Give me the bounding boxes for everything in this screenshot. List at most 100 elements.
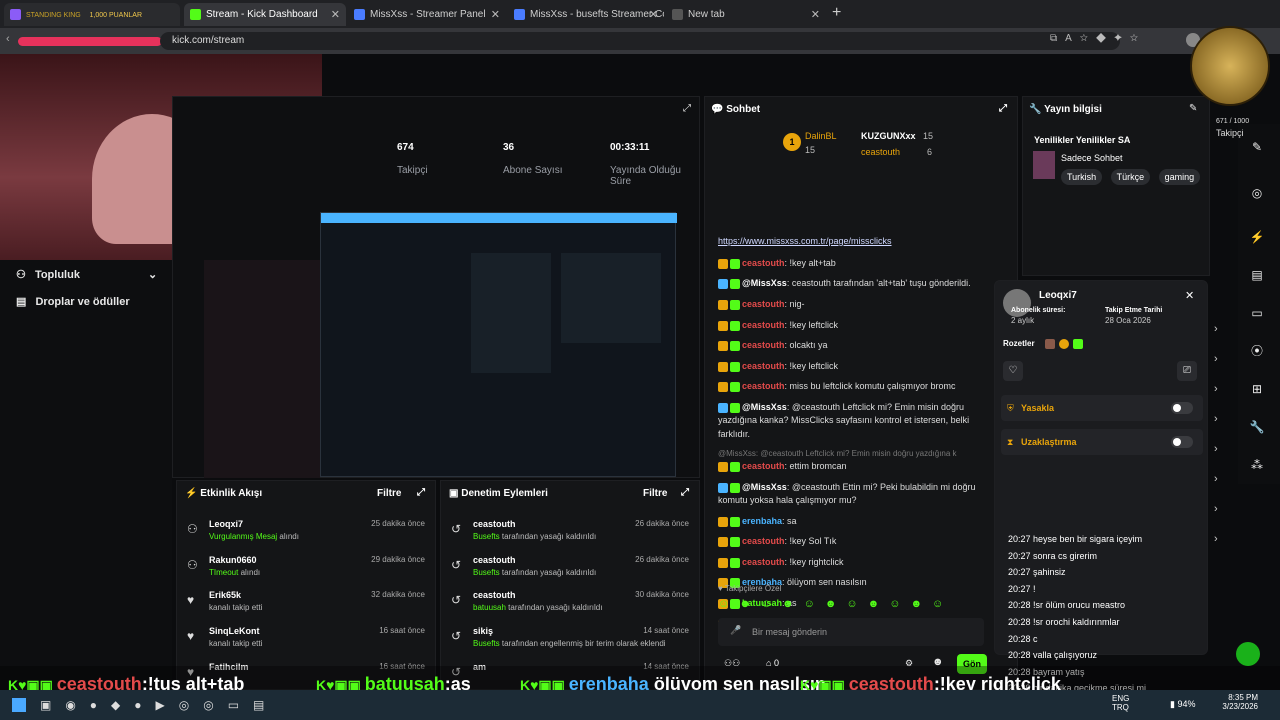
back-icon[interactable]: ‹	[6, 33, 10, 45]
tab-kick-dashboard[interactable]: Stream - Kick Dashboard ✕	[184, 3, 346, 26]
edit-icon[interactable]: ✎	[1189, 103, 1197, 114]
pencil-icon[interactable]: ✎	[1246, 136, 1268, 158]
chat-message[interactable]: ceastouth: ettim bromcan	[718, 461, 986, 472]
wrench-icon[interactable]: 🔧	[1246, 416, 1268, 438]
chat-title: 💬 Sohbet	[711, 104, 761, 115]
chat-message[interactable]: komutu yoksa hala çalışmıyor mu?	[718, 495, 986, 505]
chat-message[interactable]: @MissXss: @ceastouth Leftclick mi? Emin …	[718, 402, 986, 413]
activity-row[interactable]: ♥ SinqLeKont kanalı takip etti 16 saat ö…	[187, 626, 425, 660]
expand-icon[interactable]: ⤢	[683, 103, 691, 114]
expand-icon[interactable]: ⤢	[681, 487, 689, 498]
close-icon[interactable]: ✕	[811, 8, 820, 21]
chat-username[interactable]: ceastouth	[742, 536, 785, 546]
layout-icon[interactable]: ⊞	[1246, 378, 1268, 400]
chat-username[interactable]: ceastouth	[742, 557, 785, 567]
undo-icon: ↺	[451, 522, 462, 536]
unmod-icon[interactable]: ⎚	[1177, 361, 1197, 381]
chat-text: yazdığına kanka? MissClicks sayfasını ko…	[718, 415, 970, 425]
chat-message[interactable]: ceastouth: !key Sol Tık	[718, 536, 986, 547]
chat-message[interactable]: @MissXss: @ceastouth Leftclick mi? Emin …	[718, 449, 986, 458]
chevron-right-icons[interactable]: › › › › › › › ›	[1214, 314, 1218, 554]
toolbar-icons[interactable]: ⧉A☆◆✦☆	[1050, 33, 1146, 44]
chat-message[interactable]: ceastouth: !key leftclick	[718, 320, 986, 331]
activity-filter-button[interactable]: Filtre	[377, 488, 401, 499]
language-indicator[interactable]: ENG TRQ	[1112, 694, 1129, 712]
chat-icon[interactable]: ▭	[1246, 302, 1268, 324]
timeout-row[interactable]: ⧗ Uzaklaştırma	[1001, 429, 1203, 455]
chat-username[interactable]: ceastouth	[742, 299, 785, 309]
expand-icon[interactable]: ⤢	[999, 103, 1007, 114]
close-icon[interactable]: ✕	[649, 8, 658, 21]
document-icon[interactable]: ▤	[1246, 264, 1268, 286]
moderation-row[interactable]: ↺ sikiş Busefts tarafından engellenmiş b…	[451, 626, 689, 660]
url-field[interactable]: kick.com/stream	[160, 32, 1120, 50]
windows-start-icon[interactable]	[12, 698, 26, 712]
activity-row[interactable]: ⚇ Rakun0660 TImeout alındı 29 dakika önc…	[187, 555, 425, 589]
sidebar-item-drops[interactable]: ▤ Droplar ve ödüller	[16, 295, 130, 308]
moderation-row[interactable]: ↺ ceastouth Busefts tarafından yasağı ka…	[451, 519, 689, 553]
timeout-toggle[interactable]	[1171, 436, 1193, 448]
chat-username[interactable]: ceastouth	[742, 320, 785, 330]
lightning-icon[interactable]: ⚡	[1246, 226, 1268, 248]
help-fab-icon[interactable]	[1236, 642, 1260, 666]
activity-row[interactable]: ⚇ Leoqxi7 Vurgulanmış Mesaj alındı 25 da…	[187, 519, 425, 553]
left-sidebar: ⚇ Topluluk ⌄ ▤ Droplar ve ödüller	[0, 260, 172, 690]
rank-badge: 1	[783, 133, 801, 151]
chat-username[interactable]: ceastouth	[742, 461, 785, 471]
stream-progress-bar	[18, 37, 162, 46]
chat-message[interactable]: ceastouth: olcaktı ya	[718, 340, 986, 351]
close-icon[interactable]: ✕	[1185, 289, 1194, 302]
plus-icon[interactable]: +	[832, 4, 841, 22]
moderation-row[interactable]: ↺ ceastouth batuusah tarafından yasağı k…	[451, 590, 689, 624]
chat-username[interactable]: ceastouth	[742, 340, 785, 350]
chevron-down-icon[interactable]: ⌄	[148, 268, 157, 281]
chat-message[interactable]: ceastouth: !key rightclick	[718, 557, 986, 568]
chat-message[interactable]: farklıdır.	[718, 429, 986, 439]
tab-streamer-comm[interactable]: MissXss - busefts Streamer Comm ✕	[508, 3, 664, 26]
target-icon[interactable]: ◎	[1246, 182, 1268, 204]
chat-message[interactable]: ceastouth: !key alt+tab	[718, 258, 986, 269]
chat-username[interactable]: ceastouth	[742, 361, 785, 371]
chat-input[interactable]: 🎤 Bir mesaj gönderin	[718, 618, 984, 646]
apps-icon[interactable]: ⁂	[1246, 454, 1268, 476]
close-icon[interactable]: ✕	[491, 8, 500, 21]
heart-icon: ♥	[187, 593, 195, 607]
chat-message[interactable]: https://www.missxss.com.tr/page/missclic…	[718, 236, 986, 246]
chat-text: : @ceastouth Ettin mi? Peki bulabildin m…	[786, 482, 976, 492]
chat-username[interactable]: @MissXss	[742, 278, 787, 288]
sidebar-item-community[interactable]: ⚇ Topluluk ⌄	[16, 268, 157, 281]
chat-message[interactable]: ceastouth: !key leftclick	[718, 361, 986, 372]
chat-username[interactable]: ceastouth	[742, 258, 785, 268]
battery-indicator[interactable]: ▮ 94%	[1170, 699, 1195, 710]
expand-icon[interactable]: ⤢	[417, 487, 425, 498]
tag[interactable]: gaming	[1158, 169, 1201, 185]
clock[interactable]: 8:35 PM 3/23/2026	[1212, 693, 1258, 711]
tab-overlay-stream[interactable]: STANDING KING 1,000 PUANLAR	[4, 3, 180, 26]
emote-bar[interactable]: ☺☻☺☻☺☻☺☻☺☻☺	[718, 598, 986, 616]
tag[interactable]: Türkçe	[1110, 169, 1151, 185]
tag[interactable]: Turkish	[1061, 169, 1103, 185]
chat-username[interactable]: @MissXss	[742, 482, 787, 492]
heart-icon[interactable]: ♡	[1003, 361, 1023, 381]
chat-username[interactable]: ceastouth	[742, 381, 785, 391]
tab-new-tab[interactable]: New tab ✕	[666, 3, 826, 26]
chat-message[interactable]: erenbaha: sa	[718, 516, 986, 527]
tab-streamer-panel[interactable]: MissXss - Streamer Panel ✕	[348, 3, 506, 26]
ban-row[interactable]: ⛨ Yasakla	[1001, 395, 1203, 421]
activity-row[interactable]: ♥ Erik65k kanalı takip etti 32 dakika ön…	[187, 590, 425, 624]
pinned-apps[interactable]: ▣◉●◆●▶◎◎▭▤	[40, 698, 278, 712]
moderation-filter-button[interactable]: Filtre	[643, 488, 667, 499]
chat-message[interactable]: @MissXss: ceastouth tarafından 'alt+tab'…	[718, 278, 986, 289]
broadcast-icon[interactable]: ⦿	[1246, 340, 1268, 362]
chat-username[interactable]: @MissXss	[742, 402, 787, 412]
moderation-row[interactable]: ↺ ceastouth Busefts tarafından yasağı ka…	[451, 555, 689, 589]
ban-toggle[interactable]	[1171, 402, 1193, 414]
badge-icon	[718, 320, 728, 331]
chat-message[interactable]: @MissXss: @ceastouth Ettin mi? Peki bula…	[718, 482, 986, 493]
chat-message[interactable]: ceastouth: miss bu leftclick komutu çalı…	[718, 381, 986, 392]
chat-username[interactable]: erenbaha	[742, 516, 782, 526]
chat-message[interactable]: yazdığına kanka? MissClicks sayfasını ko…	[718, 415, 986, 425]
close-icon[interactable]: ✕	[331, 8, 340, 21]
microphone-icon[interactable]: 🎤	[730, 625, 741, 636]
chat-message[interactable]: ceastouth: nig-	[718, 299, 986, 310]
